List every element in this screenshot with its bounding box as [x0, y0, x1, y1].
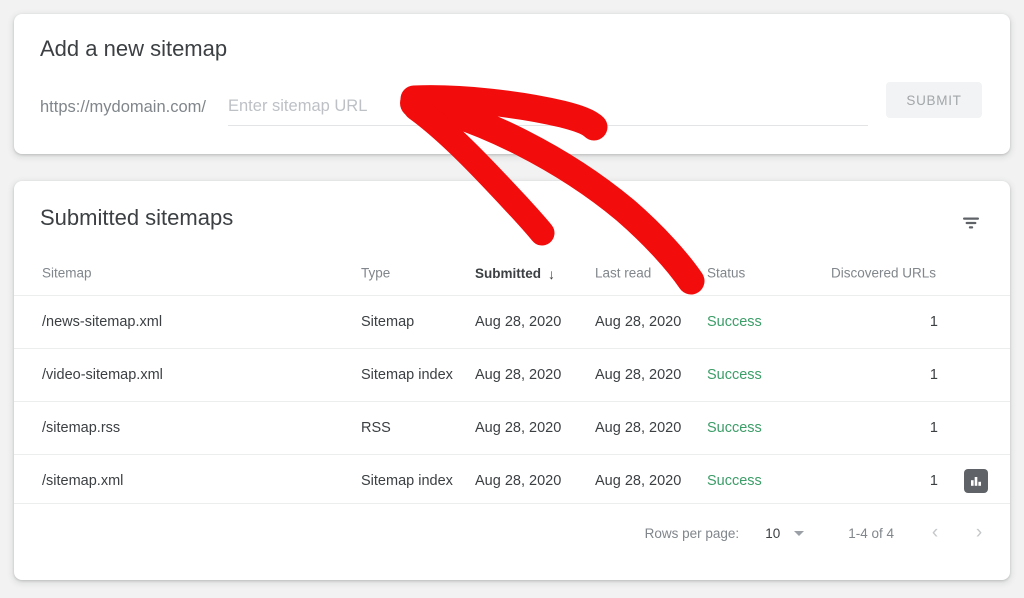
table-header-row: Sitemap Type Submitted ↓ Last read Status…	[14, 250, 1010, 295]
column-header-type-label: Type	[361, 265, 390, 280]
sitemap-url-input[interactable]	[228, 88, 868, 124]
column-header-sitemap-label: Sitemap	[42, 265, 92, 280]
add-sitemap-form: https://mydomain.com/ SUBMIT	[40, 88, 984, 134]
submitted-sitemaps-card: Submitted sitemaps Sitemap Type	[14, 181, 1010, 580]
table-row[interactable]: /news-sitemap.xml Sitemap Aug 28, 2020 Aug …	[14, 295, 1010, 348]
rows-per-page-value[interactable]: 10	[765, 526, 780, 541]
cell-last-read-date: Aug 28, 2020	[595, 314, 681, 330]
cell-discovered-urls: 1	[930, 314, 938, 330]
submit-button[interactable]: SUBMIT	[886, 82, 982, 118]
add-sitemap-card: Add a new sitemap https://mydomain.com/ …	[14, 14, 1010, 154]
column-header-submitted-label: Submitted	[475, 266, 541, 281]
cell-type: RSS	[361, 420, 391, 436]
column-header-type[interactable]: Type	[361, 265, 390, 280]
status-badge: Success	[707, 367, 762, 383]
filter-button[interactable]	[954, 206, 988, 240]
status-badge: Success	[707, 314, 762, 330]
table-row[interactable]: /sitemap.rss RSS Aug 28, 2020 Aug 28, 2020 S…	[14, 401, 1010, 454]
column-header-status-label: Status	[707, 265, 745, 280]
sitemaps-page: Add a new sitemap https://mydomain.com/ …	[0, 0, 1024, 598]
pagination: Rows per page: 10 1-4 of 4 ‹ ›	[645, 504, 990, 562]
sitemaps-table: Sitemap Type Submitted ↓ Last read Status…	[14, 250, 1010, 507]
page-title-add-sitemap: Add a new sitemap	[40, 36, 227, 62]
cell-type: Sitemap index	[361, 473, 453, 489]
cell-type: Sitemap	[361, 314, 414, 330]
column-header-status[interactable]: Status	[707, 265, 745, 280]
chevron-down-icon[interactable]	[794, 531, 804, 536]
table-footer: Rows per page: 10 1-4 of 4 ‹ ›	[14, 503, 1010, 562]
cell-sitemap: /video-sitemap.xml	[42, 367, 163, 383]
column-header-discovered-urls-label: Discovered URLs	[831, 265, 936, 280]
pagination-range-label: 1-4 of 4	[848, 526, 894, 541]
url-prefix-label: https://mydomain.com/	[40, 98, 206, 117]
cell-discovered-urls: 1	[930, 367, 938, 383]
column-header-sitemap[interactable]: Sitemap	[42, 265, 92, 280]
cell-submitted-date: Aug 28, 2020	[475, 420, 561, 436]
cell-submitted-date: Aug 28, 2020	[475, 367, 561, 383]
table-row[interactable]: /sitemap.xml Sitemap index Aug 28, 2020 Aug…	[14, 454, 1010, 507]
status-badge: Success	[707, 420, 762, 436]
cell-last-read-date: Aug 28, 2020	[595, 473, 681, 489]
column-header-last-read[interactable]: Last read	[595, 265, 651, 280]
previous-page-button[interactable]: ‹	[924, 522, 946, 544]
cell-type: Sitemap index	[361, 367, 453, 383]
sitemap-url-field	[228, 88, 868, 130]
cell-last-read-date: Aug 28, 2020	[595, 367, 681, 383]
column-header-last-read-label: Last read	[595, 265, 651, 280]
table-body: /news-sitemap.xml Sitemap Aug 28, 2020 Aug …	[14, 295, 1010, 507]
cell-submitted-date: Aug 28, 2020	[475, 473, 561, 489]
table-row[interactable]: /video-sitemap.xml Sitemap index Aug 28, 2…	[14, 348, 1010, 401]
cell-discovered-urls: 1	[930, 420, 938, 436]
cell-sitemap: /news-sitemap.xml	[42, 314, 162, 330]
next-page-button[interactable]: ›	[968, 522, 990, 544]
page-title-submitted-sitemaps: Submitted sitemaps	[40, 205, 233, 231]
column-header-discovered-urls[interactable]: Discovered URLs	[831, 265, 936, 280]
cell-sitemap: /sitemap.rss	[42, 420, 120, 436]
sort-descending-icon: ↓	[548, 266, 555, 282]
rows-per-page-label: Rows per page:	[645, 526, 740, 541]
bar-chart-icon[interactable]	[964, 469, 988, 493]
filter-list-icon	[961, 213, 981, 233]
cell-sitemap: /sitemap.xml	[42, 473, 123, 489]
cell-submitted-date: Aug 28, 2020	[475, 314, 561, 330]
cell-last-read-date: Aug 28, 2020	[595, 420, 681, 436]
status-badge: Success	[707, 473, 762, 489]
column-header-submitted[interactable]: Submitted ↓	[475, 265, 555, 281]
input-underline	[228, 125, 868, 126]
cell-discovered-urls: 1	[930, 473, 938, 489]
